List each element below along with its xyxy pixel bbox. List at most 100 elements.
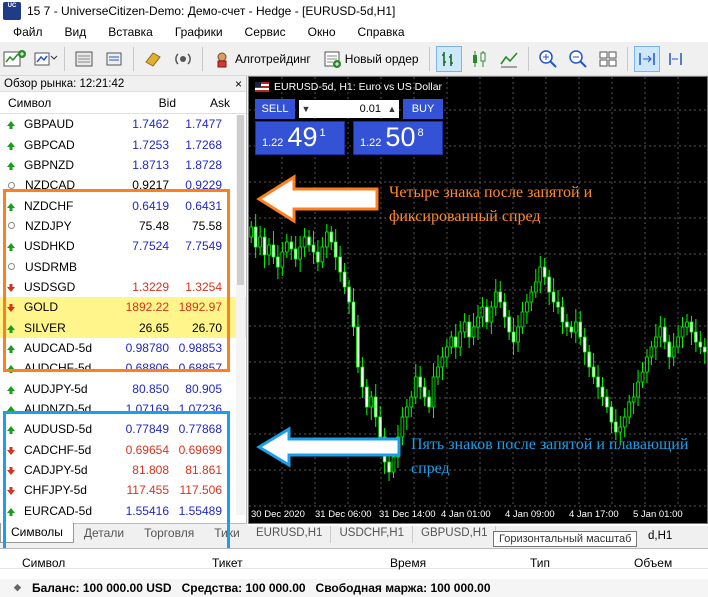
table-row[interactable]: AUDNZD-5d 1.07169 1.07236 bbox=[0, 399, 246, 419]
candle-body bbox=[485, 306, 489, 323]
signal-icon[interactable] bbox=[170, 46, 196, 72]
table-row[interactable]: EURCAD-5d 1.55416 1.55489 bbox=[0, 501, 246, 521]
tab-current-chart[interactable]: d,H1 bbox=[648, 530, 672, 542]
lot-down-icon[interactable]: ▼ bbox=[299, 104, 313, 114]
table-row[interactable]: AUDCAD-5d 0.98780 0.98853 bbox=[0, 338, 246, 358]
table-row[interactable]: NZDCAD 0.9217 0.9229 bbox=[0, 175, 246, 195]
table-row[interactable]: GBPAUD 1.7462 1.7477 bbox=[0, 114, 246, 134]
col-volume[interactable]: Объем bbox=[634, 556, 672, 570]
scrollbar-thumb[interactable] bbox=[237, 115, 244, 285]
toolbar-separator bbox=[428, 46, 430, 71]
table-row[interactable]: CADCHF-5d 0.69654 0.69699 bbox=[0, 440, 246, 460]
bid-cell: 0.77849 bbox=[125, 422, 169, 437]
col-bid[interactable]: Bid bbox=[118, 96, 176, 110]
zoom-in-icon[interactable] bbox=[535, 46, 561, 72]
table-row[interactable]: USDRMB bbox=[0, 256, 246, 276]
tab-trading[interactable]: Торговля bbox=[134, 524, 204, 543]
table-row[interactable]: GOLD 1892.22 1892.97 bbox=[0, 297, 246, 318]
col-symbol[interactable]: Символ bbox=[22, 556, 65, 570]
neutral-circle-icon bbox=[8, 263, 15, 271]
symbol-name: AUDJPY-5d bbox=[24, 381, 88, 396]
sell-price[interactable]: 1.22 49 1 bbox=[255, 121, 345, 155]
table-row[interactable]: SILVER 26.65 26.70 bbox=[0, 317, 246, 338]
line-chart-icon[interactable] bbox=[496, 46, 522, 72]
new-order-icon bbox=[324, 51, 341, 68]
tab-eurusd[interactable]: EURUSD,H1 bbox=[248, 526, 332, 543]
table-row[interactable]: GBPNZD 1.8713 1.8728 bbox=[0, 155, 246, 175]
menu-help[interactable]: Справка bbox=[347, 25, 416, 39]
table-row[interactable]: NZDJPY 75.48 75.58 bbox=[0, 216, 246, 236]
menu-file[interactable]: Файл bbox=[2, 25, 54, 39]
sell-button[interactable]: SELL bbox=[255, 99, 295, 119]
tab-symbols[interactable]: Символы bbox=[0, 523, 74, 543]
zoom-out-icon[interactable] bbox=[565, 46, 591, 72]
candle-body bbox=[351, 301, 356, 328]
lot-value[interactable]: 0.01 bbox=[313, 103, 385, 115]
table-row[interactable]: CADJPY-5d 81.808 81.861 bbox=[0, 460, 246, 480]
table-row[interactable]: AUDCHF-5d 0.68806 0.68857 bbox=[0, 358, 246, 378]
tab-usdchf[interactable]: USDCHF,H1 bbox=[331, 526, 414, 543]
col-ask[interactable]: Ask bbox=[176, 96, 230, 110]
col-time[interactable]: Время bbox=[390, 556, 426, 570]
chart-area[interactable]: EURUSD-5d, H1: Euro vs US Dollar SELL ▼ … bbox=[248, 76, 708, 524]
table-row[interactable]: USDSGD 1.3229 1.3254 bbox=[0, 277, 246, 297]
chart-shift-icon[interactable] bbox=[664, 46, 690, 72]
data-window-icon[interactable] bbox=[101, 46, 127, 72]
menu-view[interactable]: Вид bbox=[54, 25, 98, 39]
algotrading-button[interactable]: Алготрейдинг bbox=[209, 46, 315, 72]
market-watch-icon[interactable] bbox=[71, 46, 97, 72]
bid-cell: 1.8713 bbox=[132, 157, 169, 172]
menu-window[interactable]: Окно bbox=[297, 25, 347, 39]
profiles-icon[interactable] bbox=[32, 46, 58, 72]
candle-body bbox=[289, 241, 294, 250]
menu-insert[interactable]: Вставка bbox=[97, 25, 164, 39]
table-row[interactable]: NZDCHF 0.6419 0.6431 bbox=[0, 195, 246, 215]
autoscroll-icon[interactable] bbox=[633, 45, 660, 72]
bar-chart-icon[interactable] bbox=[435, 45, 462, 72]
menu-tools[interactable]: Сервис bbox=[234, 25, 297, 39]
tile-windows-icon[interactable] bbox=[595, 46, 621, 72]
new-chart-icon[interactable] bbox=[2, 46, 28, 72]
scrollbar[interactable] bbox=[236, 115, 245, 515]
lot-field[interactable]: ▼ 0.01 ▲ bbox=[299, 100, 399, 118]
candle-body bbox=[667, 341, 672, 358]
table-row[interactable]: AUDJPY-5d 80.850 80.905 bbox=[0, 378, 246, 398]
symbol-cell: USDHKD bbox=[0, 239, 118, 253]
candle-body bbox=[640, 371, 645, 383]
candle-body bbox=[262, 236, 267, 256]
arrow-up-icon bbox=[6, 241, 16, 252]
lot-up-icon[interactable]: ▲ bbox=[385, 104, 399, 114]
strategy-icon[interactable] bbox=[140, 46, 166, 72]
tooltip: Горизонтальный масштаб bbox=[493, 531, 638, 547]
close-icon[interactable]: × bbox=[235, 77, 242, 91]
candlestick-icon[interactable] bbox=[466, 46, 492, 72]
table-row[interactable]: GBPCAD 1.7253 1.7268 bbox=[0, 134, 246, 154]
symbol-cell: GBPCAD bbox=[0, 138, 118, 152]
col-type[interactable]: Тип bbox=[530, 556, 550, 570]
symbol-cell: GBPAUD bbox=[0, 117, 118, 131]
tab-ticks[interactable]: Тики bbox=[204, 524, 249, 543]
table-row[interactable]: USDHKD 7.7524 7.7549 bbox=[0, 236, 246, 256]
arrow-up-icon bbox=[6, 160, 16, 170]
table-row[interactable]: CHFJPY-5d 117.455 117.506 bbox=[0, 480, 246, 500]
bid-cell: 117.455 bbox=[126, 483, 170, 498]
chart-tabs: EURUSD,H1 USDCHF,H1 GBPUSD,H1 bbox=[248, 526, 708, 543]
ask-cell: 1892.97 bbox=[178, 300, 222, 315]
new-order-button[interactable]: Новый ордер bbox=[319, 46, 423, 72]
candle-body bbox=[462, 321, 467, 333]
tab-details[interactable]: Детали bbox=[74, 524, 134, 543]
symbol-cell: CADJPY-5d bbox=[0, 463, 118, 477]
col-ticket[interactable]: Тикет bbox=[212, 556, 243, 570]
candle-body bbox=[649, 346, 654, 358]
symbol-name: GBPCAD bbox=[24, 137, 75, 152]
candle-body bbox=[671, 346, 676, 358]
tab-gbpusd[interactable]: GBPUSD,H1 bbox=[413, 526, 497, 543]
menu-charts[interactable]: Графики bbox=[164, 25, 234, 39]
buy-button[interactable]: BUY bbox=[403, 99, 443, 119]
algotrading-label: Алготрейдинг bbox=[235, 51, 311, 66]
toolbar-separator bbox=[64, 46, 65, 71]
col-symbol[interactable]: Символ bbox=[0, 96, 118, 110]
buy-price[interactable]: 1.22 50 8 bbox=[353, 121, 443, 155]
table-row[interactable]: AUDUSD-5d 0.77849 0.77868 bbox=[0, 419, 246, 439]
candle-body bbox=[342, 271, 347, 288]
